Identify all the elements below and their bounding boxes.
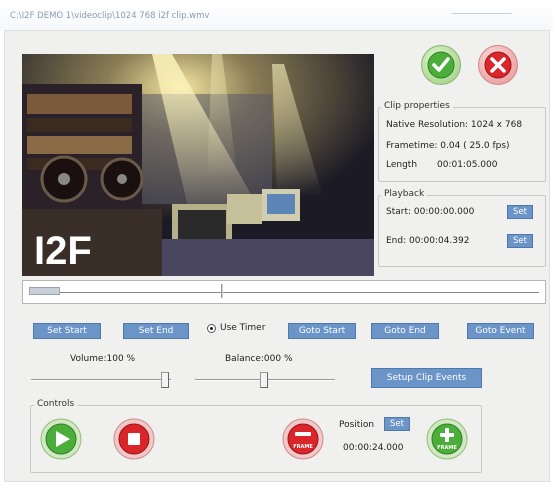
stop-icon	[113, 418, 155, 460]
cancel-button[interactable]	[478, 45, 518, 85]
stop-button[interactable]	[113, 418, 155, 460]
play-icon	[40, 418, 82, 460]
controls-group	[30, 405, 482, 473]
balance-knob[interactable]	[260, 372, 268, 388]
position-value: 00:00:24.000	[343, 443, 404, 453]
title-bar: C:\I2F DEMO 1\videoclip\1024 768 i2f cli…	[0, 0, 553, 30]
use-timer-label: Use Timer	[220, 323, 266, 333]
length-label: Length	[386, 160, 418, 170]
frame-back-button[interactable]: FRAME	[282, 418, 324, 460]
set-start-button[interactable]: Set Start	[33, 323, 101, 339]
native-resolution-text: Native Resolution: 1024 x 768	[386, 120, 523, 130]
frame-forward-button[interactable]: FRAME	[426, 418, 468, 460]
position-label: Position	[339, 420, 375, 430]
volume-knob[interactable]	[161, 372, 169, 388]
balance-label: Balance:000 %	[225, 354, 293, 364]
check-circle-icon	[427, 51, 455, 79]
goto-event-button[interactable]: Goto Event	[467, 323, 534, 339]
frame-forward-icon: FRAME	[426, 418, 468, 460]
ok-button[interactable]	[421, 45, 461, 85]
frame-back-icon: FRAME	[282, 418, 324, 460]
balance-slider[interactable]	[195, 369, 335, 391]
frametime-text: Frametime: 0.04 ( 25.0 fps)	[386, 141, 510, 151]
seek-bar[interactable]	[22, 280, 546, 304]
set-playback-start-button[interactable]: Set	[507, 205, 533, 219]
volume-slider[interactable]	[31, 369, 171, 391]
volume-track	[31, 379, 171, 381]
frame-back-caption: FRAME	[293, 444, 313, 450]
close-circle-icon	[484, 51, 512, 79]
volume-label: Volume:100 %	[70, 354, 136, 364]
playback-start-text: Start: 00:00:00.000	[386, 207, 475, 217]
play-button[interactable]	[40, 418, 82, 460]
set-position-button[interactable]: Set	[384, 417, 410, 431]
use-timer-radio[interactable]	[207, 324, 216, 333]
length-value: 00:01:05.000	[437, 160, 498, 170]
seek-range-indicator[interactable]	[29, 287, 60, 295]
frame-forward-caption: FRAME	[437, 445, 457, 451]
seek-track	[29, 292, 539, 293]
window-title: C:\I2F DEMO 1\videoclip\1024 768 i2f cli…	[10, 11, 210, 21]
seek-position-marker[interactable]	[221, 284, 223, 298]
goto-end-button[interactable]: Goto End	[371, 323, 439, 339]
setup-clip-events-button[interactable]: Setup Clip Events	[371, 368, 482, 388]
video-logo: I2F	[34, 229, 92, 273]
goto-start-button[interactable]: Goto Start	[288, 323, 356, 339]
set-end-button[interactable]: Set End	[123, 323, 189, 339]
set-playback-end-button[interactable]: Set	[507, 234, 533, 248]
playback-end-text: End: 00:00:04.392	[386, 236, 470, 246]
title-decoration	[440, 0, 512, 14]
clip-properties-label: Clip properties	[381, 101, 453, 111]
controls-label: Controls	[34, 399, 78, 409]
playback-label: Playback	[381, 189, 428, 199]
video-preview: I2F	[22, 54, 374, 276]
